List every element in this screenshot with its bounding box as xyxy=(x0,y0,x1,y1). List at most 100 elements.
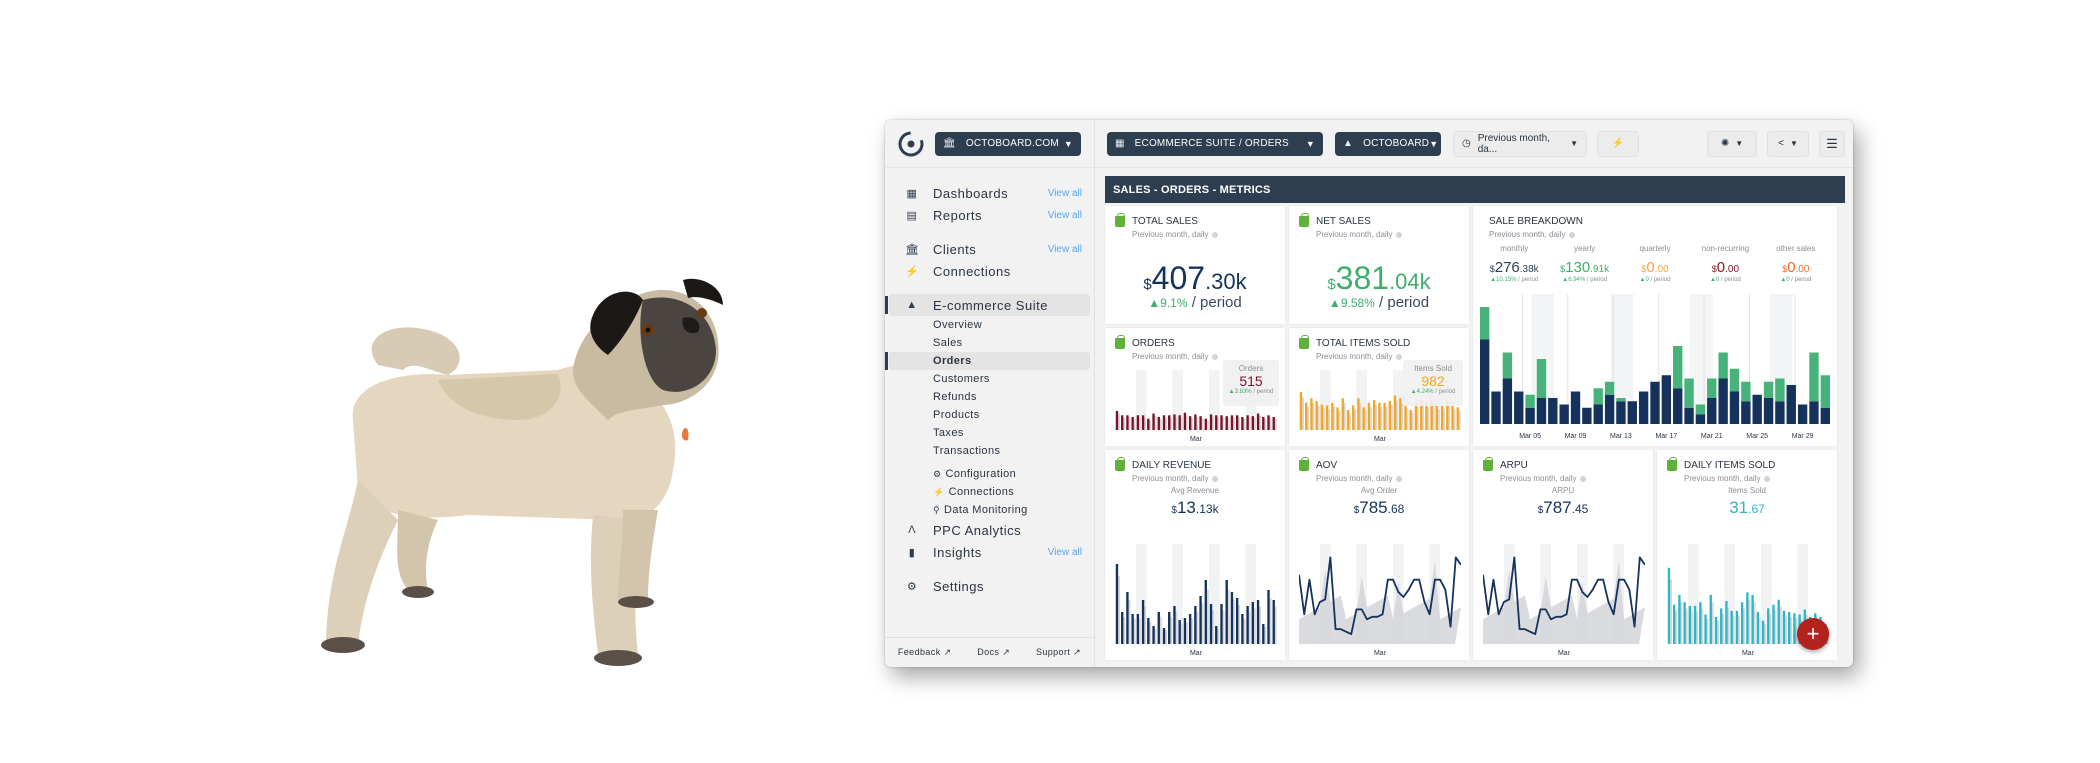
breakdown-label: yearly xyxy=(1573,244,1596,253)
arpu-card[interactable]: ARPU Previous month, daily ARPU $787.45 … xyxy=(1473,450,1653,660)
info-icon[interactable] xyxy=(1396,353,1403,360)
data-bar xyxy=(1414,402,1418,430)
sidebar-tool-configuration[interactable]: ⚙ Configuration xyxy=(885,465,1094,483)
bar-monthly xyxy=(1616,401,1626,424)
sale-breakdown-card[interactable]: SALE BREAKDOWN Previous month, daily mon… xyxy=(1473,206,1837,446)
comparison-bar xyxy=(1206,589,1209,644)
info-icon[interactable] xyxy=(1396,231,1403,238)
comparison-bar xyxy=(1170,417,1173,430)
comparison-bar xyxy=(1711,602,1714,644)
view-all-reports-link[interactable]: View all xyxy=(1048,210,1082,221)
sidebar-item-dashboards[interactable]: ▦ Dashboards View all xyxy=(885,182,1094,204)
bar-monthly xyxy=(1638,391,1649,424)
date-range-label: Previous month, da... xyxy=(1477,132,1550,155)
data-bar xyxy=(1456,407,1459,430)
info-icon[interactable] xyxy=(1396,475,1403,482)
sidebar-subitem-customers[interactable]: Customers xyxy=(885,370,1094,388)
dashboard-icon: ▦ xyxy=(906,187,918,200)
sidebar-tool-label: Data Monitoring xyxy=(944,504,1028,516)
comparison-bar xyxy=(1301,397,1304,430)
total-sales-card[interactable]: TOTAL SALES Previous month, daily $407.3… xyxy=(1105,206,1285,324)
orders-tooltip: Orders 515 ▲3.83% / period xyxy=(1223,360,1279,406)
comparison-bar xyxy=(1375,404,1378,430)
daily-revenue-card[interactable]: DAILY REVENUE Previous month, daily Avg … xyxy=(1105,450,1285,660)
bar-monthly xyxy=(1741,401,1751,424)
sidebar-item-label: Dashboards xyxy=(933,185,1009,201)
sidebar-tool-data-monitoring[interactable]: ⚲ Data Monitoring xyxy=(885,501,1094,519)
add-widget-button[interactable]: + xyxy=(1797,618,1829,650)
support-link[interactable]: Support ↗ xyxy=(1036,647,1081,658)
data-bar xyxy=(1404,404,1407,430)
sidebar-tool-connections[interactable]: ⚡ Connections xyxy=(885,483,1094,501)
comparison-bar xyxy=(1690,611,1693,644)
info-icon[interactable] xyxy=(1212,231,1219,238)
comparison-bar xyxy=(1774,610,1777,644)
data-bar xyxy=(1115,410,1119,430)
share-button[interactable]: < ▼ xyxy=(1767,130,1809,157)
sidebar-item-ppc-analytics[interactable]: Λ PPC Analytics xyxy=(885,519,1094,541)
sidebar-subitem-taxes[interactable]: Taxes xyxy=(885,424,1094,442)
comparison-bar xyxy=(1680,602,1683,644)
orders-card[interactable]: ORDERS Previous month, daily Mar Orders … xyxy=(1105,328,1285,446)
daily-items-sold-card[interactable]: DAILY ITEMS SOLD Previous month, daily I… xyxy=(1657,450,1837,660)
total-items-sold-card[interactable]: TOTAL ITEMS SOLD Previous month, daily M… xyxy=(1289,328,1469,446)
menu-button[interactable]: ☰ xyxy=(1819,130,1845,157)
feedback-link[interactable]: Feedback ↗ xyxy=(898,647,952,658)
comparison-bar xyxy=(1453,409,1456,430)
sidebar-subitem-products[interactable]: Products xyxy=(885,406,1094,424)
comparison-bar xyxy=(1117,576,1120,644)
sidebar-subitem-sales[interactable]: Sales xyxy=(885,334,1094,352)
account-selector-dropdown[interactable]: ▲ OCTOBOARD ▼ xyxy=(1335,131,1441,156)
octoboard-logo-icon[interactable] xyxy=(897,130,925,158)
info-icon[interactable] xyxy=(1212,475,1219,482)
comparison-bar xyxy=(1696,611,1699,644)
connections-button[interactable]: ⚡ xyxy=(1597,130,1639,157)
sidebar-item-settings[interactable]: ⚙ Settings xyxy=(885,575,1094,597)
net-sales-card[interactable]: NET SALES Previous month, daily $381.04k… xyxy=(1289,206,1469,324)
sidebar-item-clients[interactable]: 🏛 Clients View all xyxy=(885,238,1094,260)
date-range-dropdown[interactable]: ◷ Previous month, da... ▼ xyxy=(1453,130,1587,157)
sidebar-item-reports[interactable]: ▤ Reports View all xyxy=(885,204,1094,226)
comparison-bar xyxy=(1364,410,1367,430)
shopify-bag-icon xyxy=(1667,457,1677,471)
data-bar xyxy=(1262,417,1265,430)
sidebar-subitem-overview[interactable]: Overview xyxy=(885,316,1094,334)
info-icon[interactable] xyxy=(1212,353,1219,360)
shopify-bag-icon xyxy=(1299,335,1309,349)
comparison-bar xyxy=(1180,417,1183,430)
info-icon[interactable] xyxy=(1580,475,1587,482)
sidebar-subitem-orders[interactable]: Orders xyxy=(885,352,1090,370)
org-selector-dropdown[interactable]: 🏛 OCTOBOARD.COM ▼ xyxy=(935,131,1081,156)
x-tick-label: Mar 17 xyxy=(1655,433,1677,440)
sidebar-subitem-refunds[interactable]: Refunds xyxy=(885,388,1094,406)
comparison-bar xyxy=(1149,420,1152,430)
view-all-dashboards-link[interactable]: View all xyxy=(1048,188,1082,199)
comparison-bar xyxy=(1448,405,1451,430)
daily-revenue-chart: Mar xyxy=(1115,544,1277,657)
bar-monthly xyxy=(1729,391,1740,424)
sidebar-item-insights[interactable]: ▮ Insights View all xyxy=(885,541,1094,563)
info-icon[interactable] xyxy=(1764,475,1771,482)
comparison-bar xyxy=(1138,618,1141,644)
app-window: 🏛 OCTOBOARD.COM ▼ ▦ Dashboards View all … xyxy=(885,120,1853,667)
sidebar-item-ecommerce-suite[interactable]: ▲ E-commerce Suite xyxy=(885,294,1090,316)
breakdown-label: quarterly xyxy=(1639,244,1671,253)
breakdown-column: non-recurring $0.00 ▲0 / period xyxy=(1690,244,1760,283)
comparison-bar xyxy=(1217,417,1220,430)
x-axis-label: Mar xyxy=(1558,650,1571,657)
dashboard-selector-dropdown[interactable]: ▦ ECOMMERCE SUITE / ORDERS ▼ xyxy=(1107,131,1323,156)
sidebar-item-connections[interactable]: ⚡ Connections xyxy=(885,260,1094,282)
card-title: DAILY REVENUE xyxy=(1132,460,1212,471)
pug-dog-image xyxy=(321,278,723,666)
theme-button[interactable]: ✺ ▼ xyxy=(1707,130,1757,157)
sidebar-subitem-transactions[interactable]: Transactions xyxy=(885,442,1094,460)
comparison-bar xyxy=(1123,417,1126,430)
data-bar xyxy=(1709,594,1712,644)
data-bar xyxy=(1251,416,1255,430)
view-all-insights-link[interactable]: View all xyxy=(1048,547,1082,558)
info-icon[interactable] xyxy=(1569,231,1576,238)
aov-card[interactable]: AOV Previous month, daily Avg Order $785… xyxy=(1289,450,1469,660)
view-all-clients-link[interactable]: View all xyxy=(1048,244,1082,255)
metric-label: Avg Revenue xyxy=(1171,486,1219,495)
docs-link[interactable]: Docs ↗ xyxy=(977,647,1010,658)
